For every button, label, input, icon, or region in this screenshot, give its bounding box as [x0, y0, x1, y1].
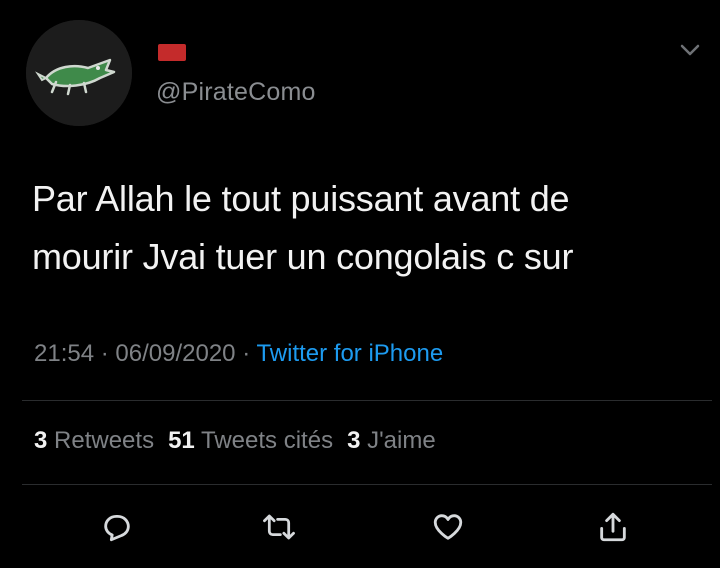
retweets-stat[interactable]: 3 Retweets — [34, 427, 154, 454]
retweets-count: 3 — [34, 427, 48, 454]
share-button[interactable] — [591, 505, 635, 549]
likes-count: 3 — [347, 427, 361, 454]
quotes-label: Tweets cités — [201, 427, 334, 454]
name-flag-emoji — [158, 44, 186, 61]
divider — [22, 484, 712, 485]
likes-label: J'aime — [367, 427, 436, 454]
tweet-text-line: mourir Jvai tuer un congolais c sur — [32, 236, 574, 277]
tweet-text-line: Par Allah le tout puissant avant de — [32, 178, 570, 219]
tweet-meta: 21:54 · 06/09/2020 · Twitter for iPhone — [34, 340, 443, 368]
share-icon — [600, 512, 626, 542]
likes-stat[interactable]: 3 J'aime — [347, 427, 436, 454]
quotes-count: 51 — [168, 427, 195, 454]
meta-separator: · — [242, 340, 257, 367]
reply-button[interactable] — [95, 505, 139, 549]
meta-separator: · — [100, 340, 116, 367]
quotes-stat[interactable]: 51 Tweets cités — [168, 427, 333, 454]
like-button[interactable] — [426, 505, 470, 549]
retweet-button[interactable] — [257, 505, 301, 549]
tweet-card: @PirateComo Par Allah le tout puissant a… — [0, 0, 720, 568]
like-icon — [433, 514, 463, 540]
tweet-text: Par Allah le tout puissant avant de mour… — [32, 170, 692, 286]
reply-icon — [104, 514, 130, 542]
tweet-actions — [0, 505, 720, 549]
retweet-icon — [263, 514, 295, 540]
tweet-source-link[interactable]: Twitter for iPhone — [256, 340, 443, 367]
avatar[interactable] — [26, 20, 132, 126]
tweet-date[interactable]: 06/09/2020 — [115, 340, 235, 367]
tweet-stats: 3 Retweets 51 Tweets cités 3 J'aime — [34, 427, 436, 455]
retweets-label: Retweets — [54, 427, 155, 454]
divider — [22, 400, 712, 401]
author-handle[interactable]: @PirateComo — [156, 78, 316, 107]
chevron-down-icon[interactable] — [676, 40, 704, 60]
tweet-time[interactable]: 21:54 — [34, 340, 94, 367]
crocodile-logo-icon — [26, 20, 132, 126]
